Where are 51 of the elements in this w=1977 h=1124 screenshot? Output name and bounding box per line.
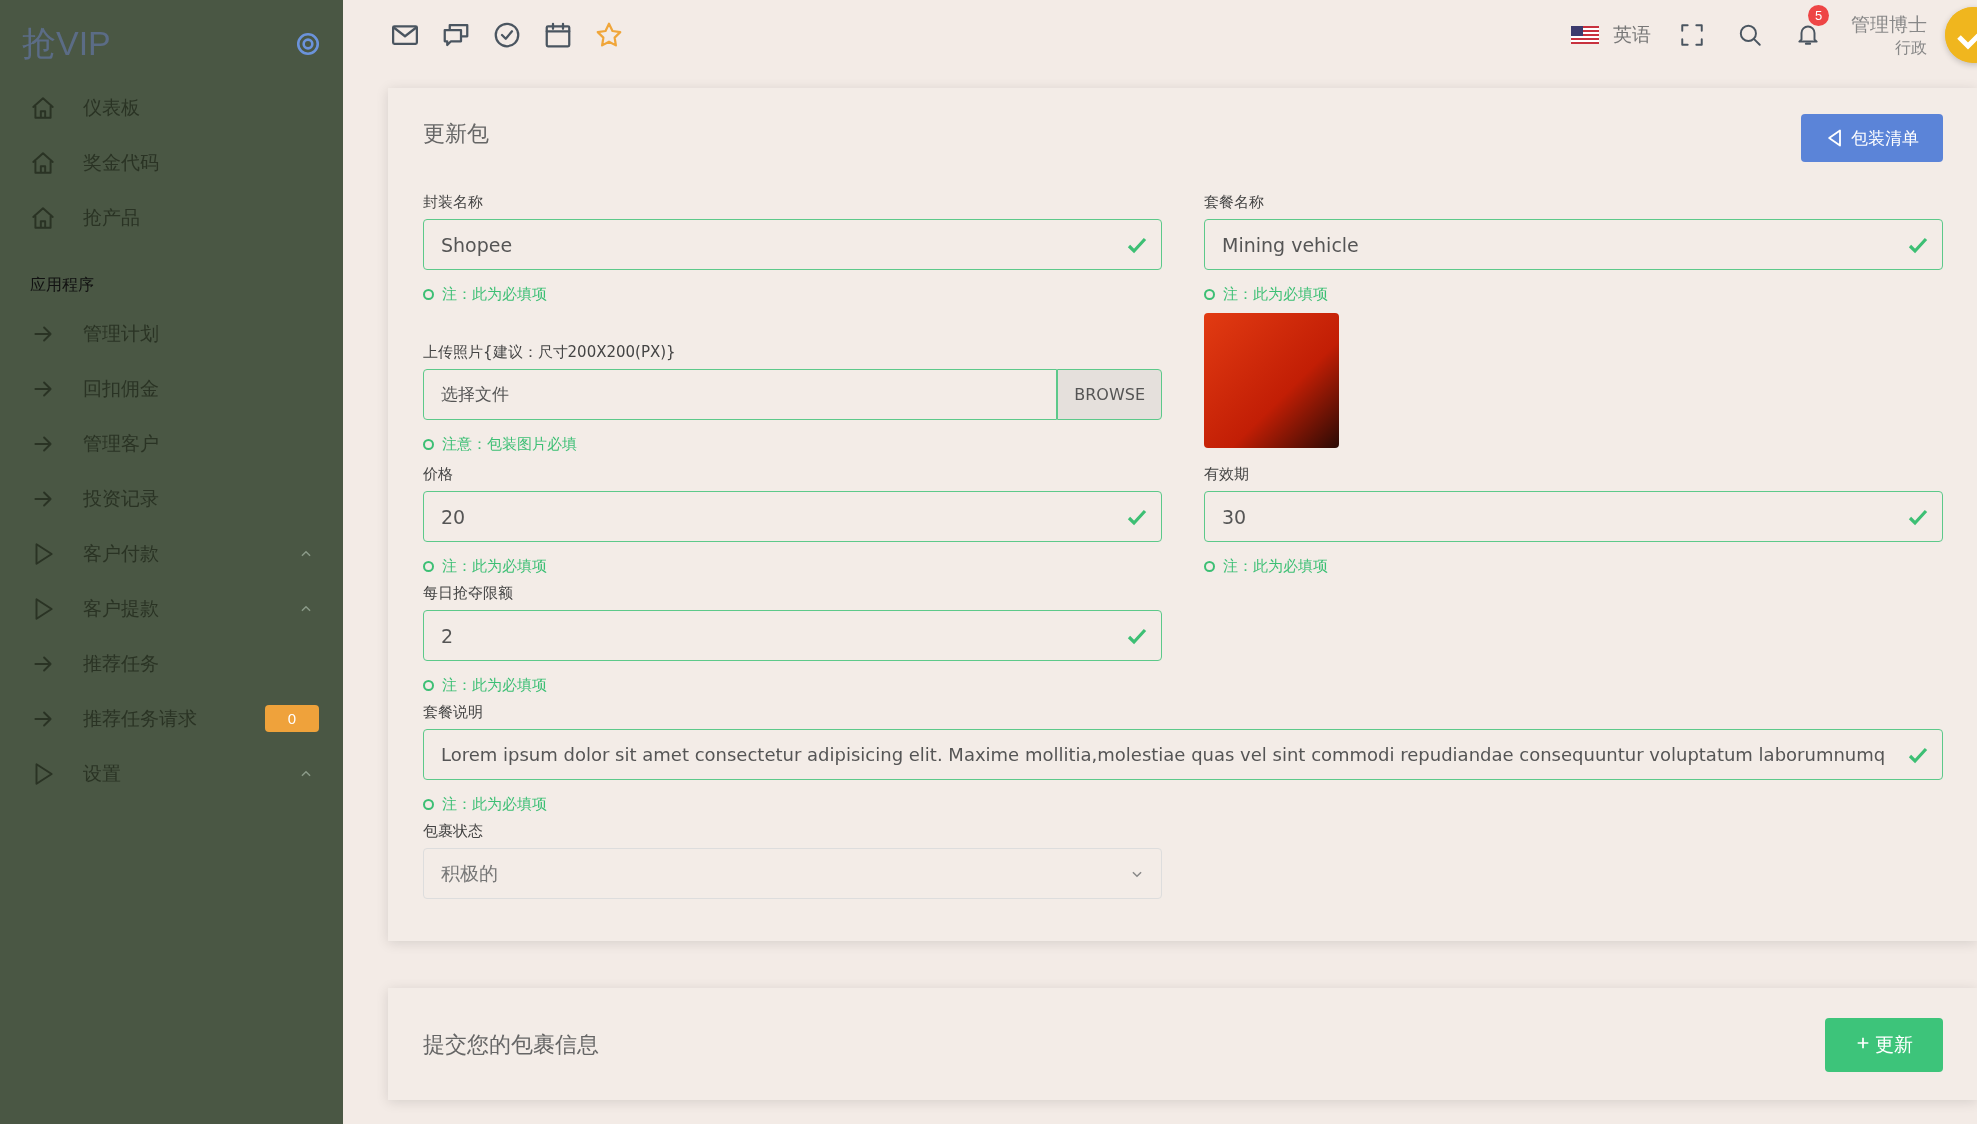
hint-text: 注：此为必填项 (1223, 557, 1328, 576)
card-title: 提交您的包裹信息 (423, 1031, 599, 1060)
hint-text: 注：此为必填项 (442, 285, 547, 304)
notification-badge: 5 (1808, 5, 1829, 26)
us-flag-icon[interactable] (1571, 26, 1599, 44)
field-label: 套餐说明 (423, 703, 484, 722)
package-list-button[interactable]: 包装清单 (1801, 114, 1943, 162)
input-field[interactable]: 20 (423, 491, 1162, 543)
circle-icon (1204, 560, 1215, 572)
circle-icon (423, 798, 434, 810)
user-role: 行政 (1895, 37, 1927, 59)
target-icon[interactable] (295, 31, 321, 57)
calendar-icon[interactable] (543, 20, 573, 50)
hint-text: 注：此为必填项 (442, 676, 547, 695)
count-badge: 0 (265, 705, 319, 732)
home-icon (30, 149, 56, 176)
home-icon (30, 204, 56, 231)
field-label: 价格 (423, 465, 454, 484)
circle-icon (1204, 288, 1215, 300)
file-input-field[interactable]: 选择文件 (423, 369, 1058, 421)
section-title: 应用程序 (30, 275, 95, 296)
circle-icon (423, 438, 434, 450)
input-field[interactable]: Lorem ipsum dolor sit amet consectetur adipisicing elit. Maxime mollitia,molestiae quas vel sint commodi repudiandae consequuntur voluptatum laborumnumq (423, 729, 1943, 781)
update-button[interactable]: 更新 (1825, 1018, 1943, 1073)
field-label: 包裹状态 (423, 822, 484, 841)
search-icon[interactable] (1737, 22, 1763, 48)
field-label: 每日抢夺限额 (423, 584, 514, 603)
hint-text: 注：此为必填项 (1223, 285, 1328, 304)
logo: 抢VIP (22, 23, 111, 64)
browse-button[interactable]: BROWSE (1057, 369, 1162, 421)
home-icon (30, 94, 56, 121)
hint-text: 注：此为必填项 (442, 795, 547, 814)
language-label[interactable]: 英语 (1613, 22, 1651, 48)
input-field[interactable]: 30 (1204, 491, 1943, 543)
hint-text: 注意：包装图片必填 (442, 435, 577, 454)
status-dropdown[interactable]: 积极的 (423, 848, 1162, 900)
check-circle-icon[interactable] (492, 20, 522, 50)
input-field[interactable]: 2 (423, 610, 1162, 662)
user-name: 管理博士 (1851, 11, 1927, 37)
field-label: 上传照片{建议：尺寸200X200(PX)} (423, 343, 677, 362)
circle-icon (423, 560, 434, 572)
input-field[interactable]: Shopee (423, 219, 1162, 271)
hint-text: 注：此为必填项 (442, 557, 547, 576)
fullscreen-icon[interactable] (1679, 22, 1705, 48)
field-label: 封装名称 (423, 193, 484, 212)
circle-icon (423, 679, 434, 691)
field-label: 套餐名称 (1204, 193, 1265, 212)
circle-icon (423, 288, 434, 300)
input-field[interactable]: Mining vehicle (1204, 219, 1943, 271)
card-title: 更新包 (423, 120, 489, 148)
field-label: 有效期 (1204, 465, 1250, 484)
